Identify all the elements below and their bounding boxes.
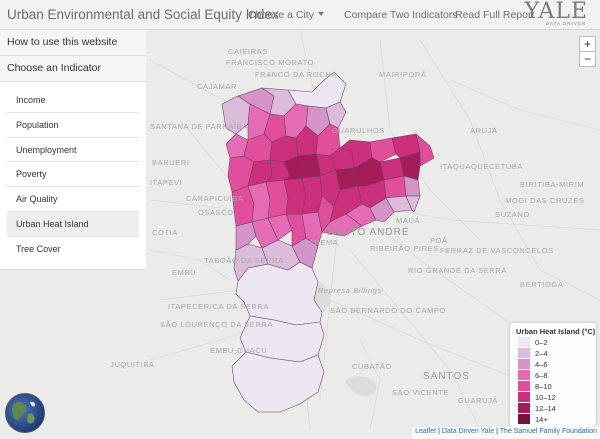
indicator-list: Income Population Unemployment Poverty A…	[0, 82, 146, 270]
map-label: JUQUITIBA	[110, 360, 155, 369]
legend-swatch	[518, 370, 530, 380]
side-panel: How to use this website Choose an Indica…	[0, 30, 146, 270]
map-label: OSASCO	[198, 208, 234, 217]
indicator-air-quality[interactable]: Air Quality	[7, 187, 139, 212]
indicator-poverty[interactable]: Poverty	[7, 162, 139, 188]
map-label: EMBU-GUAÇU	[210, 346, 268, 355]
map-label: FRANCISCO MORATO	[226, 58, 315, 67]
legend-swatch	[518, 403, 530, 413]
globe-minimap[interactable]	[5, 393, 45, 433]
map-label: EMBU	[172, 268, 197, 277]
map-label: MAUÁ	[396, 216, 421, 225]
legend-label: 2–4	[535, 349, 548, 358]
map-label: BIRITIBA-MIRIM	[520, 180, 585, 189]
choose-city-dropdown[interactable]: Choose a City	[248, 9, 324, 21]
leaflet-link[interactable]: Leaflet	[415, 428, 436, 435]
legend-swatch	[518, 392, 530, 402]
map-label: CUBATÃO	[352, 362, 392, 371]
legend-label: 4–6	[535, 360, 548, 369]
map-label: SANTO ANDRÉ	[327, 227, 410, 238]
samuel-family-foundation-link[interactable]: The Samuel Family Foundation	[500, 428, 597, 435]
legend-label: 10–12	[535, 393, 556, 402]
zoom-out-button[interactable]: −	[579, 51, 596, 67]
caret-down-icon	[317, 12, 324, 16]
map-label: FERRAZ DE VASCONCELOS	[440, 246, 554, 255]
choose-indicator-header[interactable]: Choose an Indicator	[0, 56, 146, 82]
map-label: ITAPEVI	[150, 178, 183, 187]
globe-icon	[12, 401, 36, 424]
map-label: Represa Billings	[318, 286, 382, 295]
choose-city-label: Choose a City	[248, 9, 314, 21]
map-label: SÃO BERNARDO DO CAMPO	[330, 306, 446, 315]
legend-label: 6–8	[535, 371, 548, 380]
map-label: BERTIOGA	[520, 280, 564, 289]
map-label: MAIRIPORÃ	[379, 70, 427, 79]
legend-label: 14+	[535, 415, 548, 424]
logo-subtitle: DATA DRIVEN	[545, 21, 586, 26]
map-label: CAJAMAR	[197, 82, 238, 91]
map-label: BARUERI	[152, 158, 190, 167]
legend-swatch	[518, 381, 530, 391]
map-label: MOGI DAS CRUZES	[505, 196, 585, 205]
legend-title: Urban Heat Island (°C)	[516, 327, 596, 336]
map-label: CARAPICUÍBA	[186, 194, 244, 203]
how-to-use-header[interactable]: How to use this website	[0, 30, 146, 56]
map-label: GUARULHOS	[332, 126, 385, 135]
map-label: ITAQUAQUECETUBA	[440, 162, 524, 171]
zoom-in-button[interactable]: +	[579, 36, 596, 52]
top-navbar: Urban Environmental and Social Equity In…	[0, 0, 600, 30]
map-legend: Urban Heat Island (°C) 0–2 2–4 4–6 6–8 8…	[510, 323, 596, 427]
legend-swatch	[518, 414, 530, 424]
legend-label: 8–10	[535, 382, 552, 391]
indicator-population[interactable]: Population	[7, 112, 139, 138]
read-report-link[interactable]: Read Full Report	[455, 9, 534, 21]
compare-indicators-link[interactable]: Compare Two Indicators	[344, 9, 458, 21]
map-label: ITAPECERICA DA SERRA	[168, 302, 270, 311]
map-label: COTIA	[152, 228, 178, 237]
indicator-unemployment[interactable]: Unemployment	[7, 137, 139, 163]
map-label: DIADEMA	[300, 238, 339, 247]
map-label: RIO GRANDE DA SERRA	[408, 266, 507, 275]
legend-swatch	[518, 337, 530, 347]
legend-swatch	[518, 348, 530, 358]
map-label: CAIEIRAS	[228, 47, 268, 56]
legend-label: 12–14	[535, 404, 556, 413]
data-driven-yale-link[interactable]: Data Driven Yale	[442, 428, 494, 435]
map-label: RIBEIRÃO PIRES	[370, 244, 439, 253]
map-label: ARUJÁ	[470, 126, 498, 135]
indicator-income[interactable]: Income	[7, 88, 139, 113]
map-label: GUARUJÁ	[458, 396, 499, 405]
map-label: FRANCO DA ROCHA	[255, 70, 337, 79]
map-label: SANTOS	[423, 371, 470, 382]
indicator-urban-heat-island[interactable]: Urban Heat Island	[7, 211, 139, 237]
map-label: SÃO VICENTE	[392, 388, 450, 397]
map-label: SÃO LOURENÇO DA SERRA	[160, 320, 274, 329]
yale-logo[interactable]: YALE DATA DRIVEN	[525, 0, 596, 30]
indicator-tree-cover[interactable]: Tree Cover	[7, 236, 139, 262]
legend-swatch	[518, 359, 530, 369]
map-label: SUZANO	[495, 210, 530, 219]
site-title[interactable]: Urban Environmental and Social Equity In…	[7, 7, 279, 22]
map-label: SANTANA DE PARNAÍBA	[150, 122, 248, 131]
legend-label: 0–2	[535, 338, 548, 347]
map-attribution: Leaflet | Data Driven Yale | The Samuel …	[412, 427, 600, 439]
map-label: TABOÃO DA SERRA	[204, 256, 284, 265]
